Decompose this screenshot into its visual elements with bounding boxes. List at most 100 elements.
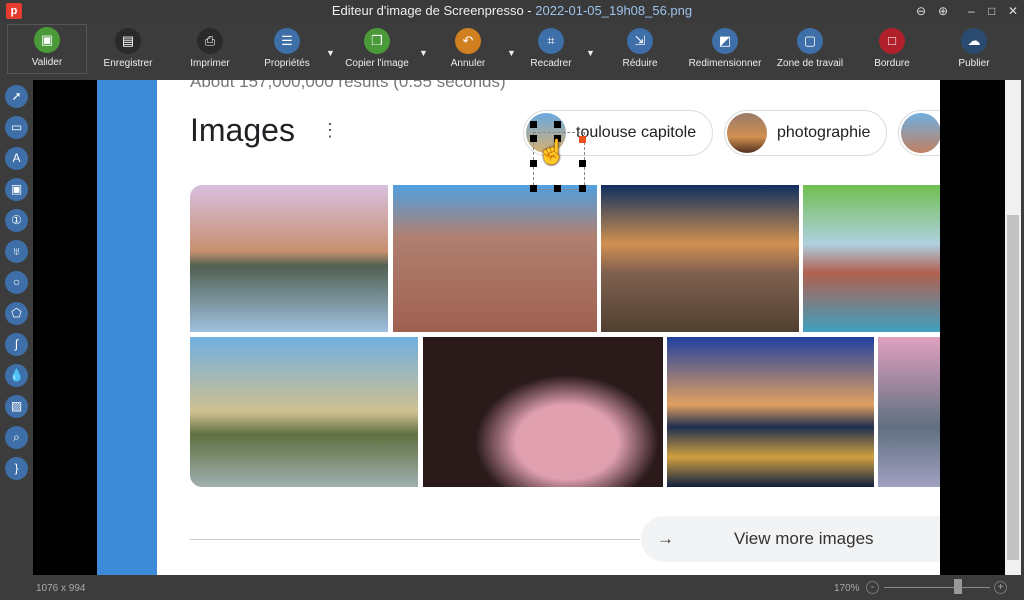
zoom-slider-thumb[interactable] <box>954 579 963 594</box>
toolbar-button-recadrer[interactable]: ⌗ Recadrer <box>511 26 591 69</box>
reduce-icon: ⇲ <box>627 28 653 54</box>
blue-strip <box>97 80 157 575</box>
toolbar-button-propriétés[interactable]: ☰ Propriétés <box>247 26 327 69</box>
image-thumbnail <box>190 337 418 487</box>
toolbar-button-label: Valider <box>31 57 63 68</box>
resize-handle[interactable] <box>530 135 537 142</box>
image-thumbnail <box>667 337 874 487</box>
resize-handle[interactable] <box>530 185 537 192</box>
close-button[interactable]: ✕ <box>1008 0 1018 22</box>
status-bar: 1076 x 994 170% - + <box>0 575 1024 600</box>
results-count: About 157,000,000 results (0.55 seconds) <box>190 80 506 91</box>
resize-handle[interactable] <box>530 121 537 128</box>
toolbar-button-label: Enregistrer <box>103 58 153 69</box>
dropdown-arrow-icon[interactable]: ▼ <box>507 48 516 58</box>
resize-handle[interactable] <box>554 185 561 192</box>
image-thumbnail <box>803 185 940 332</box>
title-bar: p Editeur d'image de Screenpresso - 2022… <box>0 0 1024 22</box>
image-tool-icon[interactable]: ▨ <box>5 395 28 418</box>
toolbar-button-copier-l-image[interactable]: ❐ Copier l'image <box>337 26 417 69</box>
image-thumbnail <box>190 185 388 332</box>
ellipse-tool-icon[interactable]: ○ <box>5 271 28 294</box>
toolbar-button-label: Réduire <box>622 58 658 69</box>
toolbar-button-label: Bordure <box>874 58 910 69</box>
toolbar-button-label: Annuler <box>450 58 486 69</box>
image-thumbnail <box>393 185 597 332</box>
toolbar-button-réduire[interactable]: ⇲ Réduire <box>600 26 680 69</box>
zoom-in-button[interactable]: + <box>994 581 1007 594</box>
arrow-right-icon: → <box>657 529 674 548</box>
text-tool-icon[interactable]: A <box>5 147 28 170</box>
copy-icon: ❐ <box>364 28 390 54</box>
resize-handle[interactable] <box>530 160 537 167</box>
crop-icon: ⌗ <box>538 28 564 54</box>
list-icon: ☰ <box>274 28 300 54</box>
polygon-tool-icon[interactable]: ⬠ <box>5 302 28 325</box>
resize-icon: ◩ <box>712 28 738 54</box>
main-toolbar: ▣ Valider ▤ Enregistrer ⎙ Imprimer ☰ Propriétés… <box>0 22 1024 78</box>
app-logo-icon: p <box>6 3 22 19</box>
toolbar-button-zone-de-travail[interactable]: ▢ Zone de travail <box>770 26 850 69</box>
toolbar-button-redimensionner[interactable]: ◩ Redimensionner <box>685 26 765 69</box>
image-thumbnail <box>601 185 799 332</box>
toolbar-button-label: Propriétés <box>264 58 310 69</box>
hand-cursor-icon: ☝ <box>537 139 567 166</box>
toolbar-button-publier[interactable]: ☁ Publier <box>934 26 1014 69</box>
chip-partial <box>898 110 940 156</box>
arrow-tool-icon[interactable]: ➚ <box>5 85 28 108</box>
view-more-images-button: → View more images <box>641 516 940 562</box>
toolbar-button-label: Copier l'image <box>345 58 409 69</box>
toolbar-button-label: Recadrer <box>530 58 572 69</box>
dropdown-arrow-icon[interactable]: ▼ <box>586 48 595 58</box>
maximize-button[interactable]: □ <box>988 0 995 22</box>
dropdown-arrow-icon[interactable]: ▼ <box>326 48 335 58</box>
more-options-icon: ⋮ <box>321 120 339 140</box>
toolbar-button-imprimer[interactable]: ⎙ Imprimer <box>170 26 250 69</box>
magnifier-pin-tool-icon[interactable]: ♅ <box>5 240 28 263</box>
toolbar-button-bordure[interactable]: □ Bordure <box>852 26 932 69</box>
image-thumbnail <box>423 337 663 487</box>
step-number-tool-icon[interactable]: ① <box>5 209 28 232</box>
toolbar-button-label: Imprimer <box>190 58 230 69</box>
image-dimensions: 1076 x 994 <box>36 583 86 594</box>
brace-tool-icon[interactable]: } <box>5 457 28 480</box>
screenshot-image: About 157,000,000 results (0.55 seconds)… <box>97 80 940 575</box>
file-name: 2022-01-05_19h08_56.png <box>535 3 693 18</box>
images-heading: Images <box>190 112 295 148</box>
resize-handle[interactable] <box>579 185 586 192</box>
chip-photographie: photographie <box>724 110 888 156</box>
undo-icon: ↶ <box>455 28 481 54</box>
back-icon[interactable]: ⊖ <box>916 0 926 22</box>
zoom-slider[interactable] <box>884 587 990 588</box>
scrollbar-thumb[interactable] <box>1007 215 1019 560</box>
resize-handle[interactable] <box>579 160 586 167</box>
zoom-level: 170% <box>834 583 860 594</box>
printer-icon: ⎙ <box>197 28 223 54</box>
image-thumbnail <box>878 337 940 487</box>
freehand-tool-icon[interactable]: ∫ <box>5 333 28 356</box>
zoom-out-button[interactable]: - <box>866 581 879 594</box>
toolbar-button-label: Zone de travail <box>776 58 844 69</box>
workspace-icon: ▢ <box>797 28 823 54</box>
toolbar-button-enregistrer[interactable]: ▤ Enregistrer <box>88 26 168 69</box>
cloud-upload-icon: ☁ <box>961 28 987 54</box>
tools-sidebar: ➚ ▭ A ▣ ① ♅ ○ ⬠ ∫ 💧 ▨ ⌕} <box>0 80 33 575</box>
blur-tool-icon[interactable]: 💧 <box>5 364 28 387</box>
toolbar-button-annuler[interactable]: ↶ Annuler <box>428 26 508 69</box>
resize-handle[interactable] <box>554 121 561 128</box>
toolbar-button-label: Publier <box>958 58 990 69</box>
rotate-handle[interactable] <box>579 136 586 143</box>
zoom-tool-icon[interactable]: ⌕ <box>5 426 28 449</box>
callout-tool-icon[interactable]: ▣ <box>5 178 28 201</box>
dropdown-arrow-icon[interactable]: ▼ <box>419 48 428 58</box>
rectangle-tool-icon[interactable]: ▭ <box>5 116 28 139</box>
forward-icon[interactable]: ⊕ <box>938 0 948 22</box>
toolbar-button-label: Redimensionner <box>688 58 762 69</box>
toolbar-button-valider[interactable]: ▣ Valider <box>7 24 87 74</box>
floppy-icon: ▤ <box>115 28 141 54</box>
minimize-button[interactable]: – <box>968 0 975 22</box>
image-canvas[interactable]: About 157,000,000 results (0.55 seconds)… <box>33 80 1005 575</box>
vertical-scrollbar[interactable] <box>1005 80 1021 575</box>
save-check-icon: ▣ <box>34 27 60 53</box>
border-icon: □ <box>879 28 905 54</box>
